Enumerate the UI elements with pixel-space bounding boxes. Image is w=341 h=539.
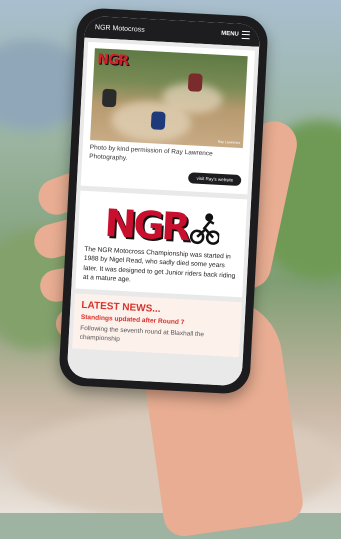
- menu-label: MENU: [221, 30, 239, 38]
- rider-figure: [150, 111, 166, 130]
- menu-button[interactable]: MENU: [221, 30, 251, 40]
- ngr-logo-text: NGR: [103, 200, 189, 249]
- photo-card: NGR Ray Lawrence Photo by kind permissio…: [80, 41, 255, 194]
- hamburger-icon: [241, 30, 251, 40]
- rider-figure: [187, 73, 203, 92]
- phone-screen: NGR Motocross MENU NGR Ray Lawrence Phot…: [66, 15, 261, 387]
- ngr-logo: NGR: [85, 200, 240, 249]
- about-card: NGR The NGR Motocross Championship was s…: [75, 190, 248, 297]
- ngr-logo-small: NGR: [96, 51, 129, 69]
- rider-figure: [101, 88, 117, 108]
- photo-caption: Photo by kind permission of Ray Lawrence…: [89, 144, 213, 162]
- motocross-rider-icon: [190, 212, 221, 245]
- motocross-photo: NGR Ray Lawrence: [90, 48, 248, 149]
- smartphone: NGR Motocross MENU NGR Ray Lawrence Phot…: [58, 7, 269, 395]
- about-text: The NGR Motocross Championship was start…: [82, 245, 236, 284]
- visit-website-button[interactable]: visit Ray's website: [188, 171, 242, 186]
- news-excerpt: Following the seventh round at Blaxhall …: [79, 324, 205, 344]
- photo-watermark: Ray Lawrence: [217, 139, 241, 145]
- site-title[interactable]: NGR Motocross: [95, 24, 145, 34]
- news-card: LATEST NEWS... Standings updated after R…: [72, 293, 242, 357]
- page-content: NGR Ray Lawrence Photo by kind permissio…: [66, 37, 260, 387]
